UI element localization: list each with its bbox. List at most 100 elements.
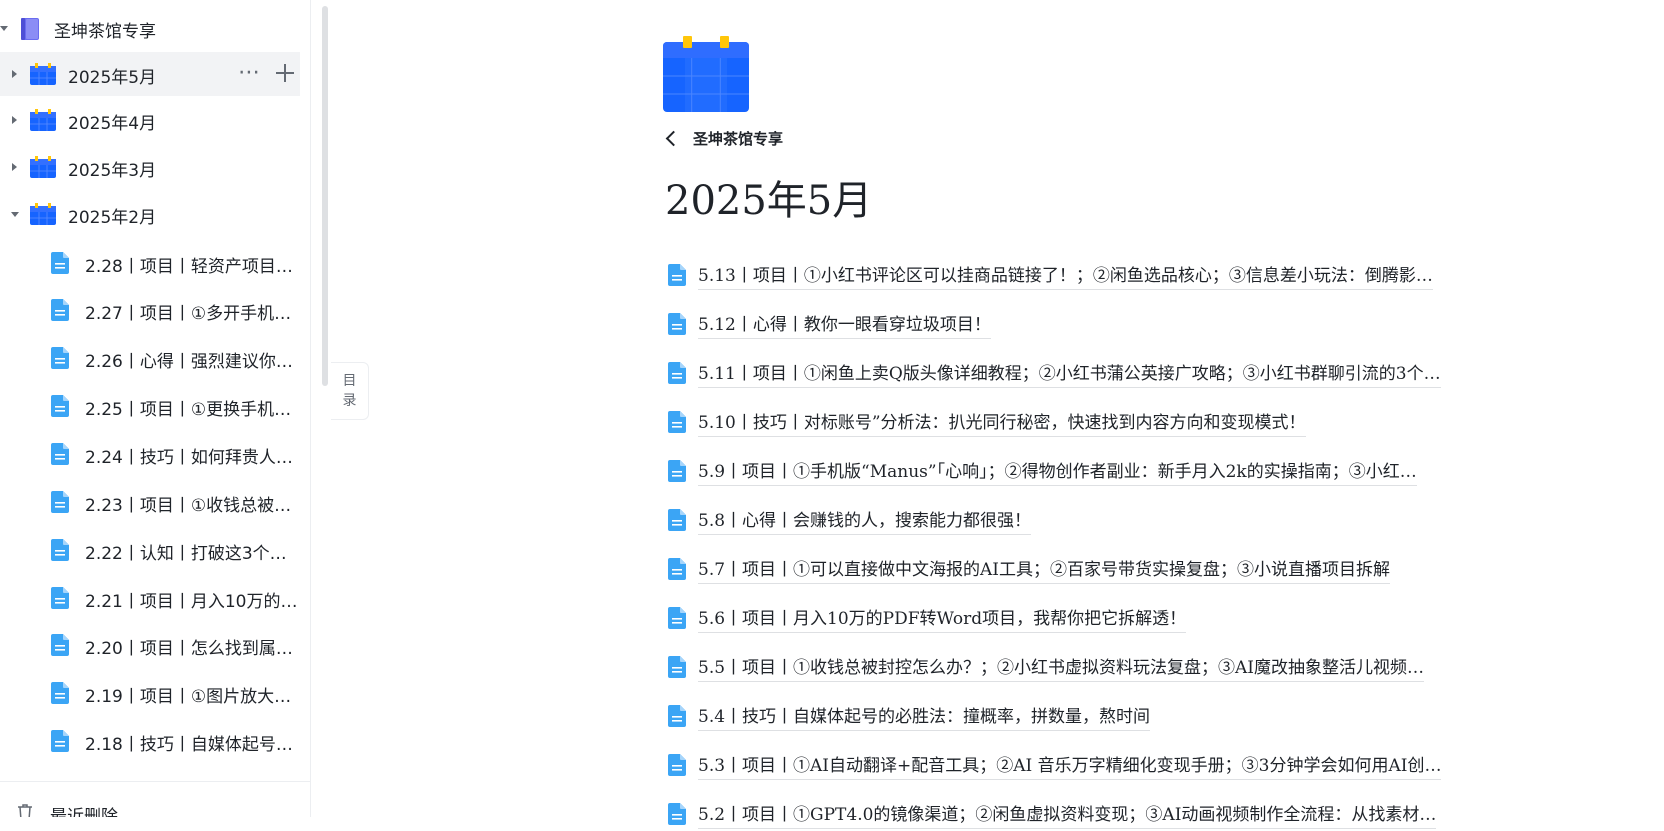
doc-icon <box>51 587 69 609</box>
sidebar-doc-item[interactable]: 2.25丨项目丨①更换手机… <box>0 384 300 428</box>
calendar-icon <box>30 156 56 178</box>
sidebar-item-label: 2025年4月 <box>68 114 157 134</box>
caret-right-icon[interactable] <box>12 163 17 171</box>
sidebar-doc-item[interactable]: 2.28丨项目丨轻资产项目… <box>0 241 300 285</box>
doc-link[interactable]: 5.2丨项目丨①GPT4.0的镜像渠道；②闲鱼虚拟资料变现；③AI动画视频制作全… <box>698 800 1437 829</box>
sidebar-doc-label: 2.20丨项目丨怎么找到属… <box>85 639 293 659</box>
sidebar-doc-label: 2.25丨项目丨①更换手机… <box>85 400 292 420</box>
sidebar-doc-item[interactable]: 2.18丨技巧丨自媒体起号… <box>0 719 300 763</box>
sidebar-scrollbar[interactable] <box>322 6 328 386</box>
sidebar-item-2025-02[interactable]: 2025年2月 <box>0 192 300 236</box>
doc-icon <box>668 411 686 433</box>
doc-link[interactable]: 5.8丨心得丨会赚钱的人，搜索能力都很强！ <box>698 506 1032 535</box>
calendar-icon <box>663 36 749 112</box>
more-icon[interactable]: ⋯ <box>238 62 261 84</box>
sidebar-doc-item[interactable]: 2.20丨项目丨怎么找到属… <box>0 623 300 667</box>
doc-link[interactable]: 5.3丨项目丨①AI自动翻译+配音工具；②AI 音乐万字精细化变现手册；③3分钟… <box>698 751 1442 780</box>
doc-link[interactable]: 5.10丨技巧丨对标账号”分析法：扒光同行秘密，快速找到内容方向和变现模式！ <box>698 408 1306 437</box>
sidebar-doc-label: 2.26丨心得丨强烈建议你… <box>85 352 293 372</box>
calendar-icon <box>30 109 56 131</box>
sidebar-doc-label: 2.23丨项目丨①收钱总被… <box>85 496 292 516</box>
doc-list-item[interactable]: 5.13丨项目丨①小红书评论区可以挂商品链接了！；②闲鱼选品核心；③信息差小玩法… <box>668 258 1433 292</box>
doc-list-item[interactable]: 5.4丨技巧丨自媒体起号的必胜法：撞概率，拼数量，熬时间 <box>668 699 1151 733</box>
sidebar-item-label: 2025年5月 <box>68 68 157 88</box>
sidebar-item-2025-03[interactable]: 2025年3月 <box>0 145 300 189</box>
doc-list-item[interactable]: 5.10丨技巧丨对标账号”分析法：扒光同行秘密，快速找到内容方向和变现模式！ <box>668 405 1306 439</box>
doc-icon <box>668 313 686 335</box>
sidebar-doc-item[interactable]: 2.19丨项目丨①图片放大… <box>0 671 300 715</box>
doc-icon <box>51 682 69 704</box>
page-title: 2025年5月 <box>665 178 873 224</box>
toc-label-2: 录 <box>342 393 357 409</box>
sidebar-item-root[interactable]: 圣坤茶馆专享 <box>0 6 300 50</box>
doc-icon <box>668 607 686 629</box>
recently-deleted-link[interactable]: 最近删除 <box>50 802 118 817</box>
sidebar-doc-label: 2.18丨技巧丨自媒体起号… <box>85 735 293 755</box>
back-chevron-icon[interactable] <box>665 130 682 147</box>
trash-icon[interactable] <box>17 803 33 817</box>
toc-label-1: 目 <box>342 373 357 389</box>
doc-icon <box>668 264 686 286</box>
sidebar-doc-label: 2.19丨项目丨①图片放大… <box>85 687 292 707</box>
book-icon <box>21 18 39 40</box>
sidebar-doc-item[interactable]: 2.21丨项目丨月入10万的… <box>0 576 300 620</box>
caret-down-icon[interactable] <box>0 26 8 31</box>
doc-link[interactable]: 5.7丨项目丨①可以直接做中文海报的AI工具；②百家号带货实操复盘；③小说直播项… <box>698 555 1391 584</box>
sidebar-doc-item[interactable]: 2.24丨技巧丨如何拜贵人… <box>0 432 300 476</box>
sidebar-item-2025-04[interactable]: 2025年4月 <box>0 98 300 142</box>
calendar-icon <box>30 63 56 85</box>
doc-link[interactable]: 5.11丨项目丨①闲鱼上卖Q版头像详细教程；②小红书蒲公英接广攻略；③小红书群聊… <box>698 359 1441 388</box>
row-actions: ⋯ <box>238 62 295 84</box>
caret-down-icon[interactable] <box>11 212 19 217</box>
doc-icon <box>51 443 69 465</box>
sidebar-doc-label: 2.21丨项目丨月入10万的… <box>85 592 298 612</box>
doc-icon <box>668 705 686 727</box>
doc-icon <box>51 252 69 274</box>
sidebar-item-2025-05[interactable]: 2025年5月 ⋯ <box>0 52 300 96</box>
doc-icon <box>51 491 69 513</box>
doc-link[interactable]: 5.4丨技巧丨自媒体起号的必胜法：撞概率，拼数量，熬时间 <box>698 702 1151 731</box>
doc-list-item[interactable]: 5.8丨心得丨会赚钱的人，搜索能力都很强！ <box>668 503 1032 537</box>
doc-link[interactable]: 5.13丨项目丨①小红书评论区可以挂商品链接了！；②闲鱼选品核心；③信息差小玩法… <box>698 261 1433 290</box>
breadcrumb[interactable]: 圣坤茶馆专享 <box>665 128 783 149</box>
doc-icon <box>51 299 69 321</box>
doc-list-item[interactable]: 5.9丨项目丨①手机版“Manus”「心响」；②得物创作者副业：新手月入2k的实… <box>668 454 1417 488</box>
caret-right-icon[interactable] <box>12 70 17 78</box>
doc-icon <box>668 754 686 776</box>
doc-link[interactable]: 5.9丨项目丨①手机版“Manus”「心响」；②得物创作者副业：新手月入2k的实… <box>698 457 1417 486</box>
doc-link[interactable]: 5.5丨项目丨①收钱总被封控怎么办？；②小红书虚拟资料玩法复盘；③AI魔改抽象整… <box>698 653 1425 682</box>
doc-list-item[interactable]: 5.6丨项目丨月入10万的PDF转Word项目，我帮你把它拆解透！ <box>668 601 1187 635</box>
plus-icon[interactable] <box>275 63 295 83</box>
doc-icon <box>668 656 686 678</box>
doc-icon <box>51 634 69 656</box>
doc-list-item[interactable]: 5.7丨项目丨①可以直接做中文海报的AI工具；②百家号带货实操复盘；③小说直播项… <box>668 552 1391 586</box>
sidebar-doc-item[interactable]: 2.26丨心得丨强烈建议你… <box>0 336 300 380</box>
sidebar-item-label: 圣坤茶馆专享 <box>54 22 156 42</box>
doc-icon <box>668 362 686 384</box>
doc-icon <box>668 558 686 580</box>
sidebar-doc-label: 2.24丨技巧丨如何拜贵人… <box>85 448 293 468</box>
breadcrumb-parent[interactable]: 圣坤茶馆专享 <box>693 128 783 149</box>
sidebar-doc-item[interactable]: 2.27丨项目丨①多开手机… <box>0 288 300 332</box>
calendar-icon <box>30 203 56 225</box>
doc-icon <box>668 509 686 531</box>
doc-list-item[interactable]: 5.11丨项目丨①闲鱼上卖Q版头像详细教程；②小红书蒲公英接广攻略；③小红书群聊… <box>668 356 1441 390</box>
sidebar-doc-item[interactable]: 2.23丨项目丨①收钱总被… <box>0 480 300 524</box>
sidebar: 圣坤茶馆专享 2025年5月 ⋯ 2025年4月 2025年3月 2025年2月… <box>0 0 311 817</box>
doc-list-item[interactable]: 5.2丨项目丨①GPT4.0的镜像渠道；②闲鱼虚拟资料变现；③AI动画视频制作全… <box>668 797 1437 831</box>
doc-icon <box>51 730 69 752</box>
sidebar-divider <box>0 781 310 782</box>
doc-link[interactable]: 5.6丨项目丨月入10万的PDF转Word项目，我帮你把它拆解透！ <box>698 604 1187 633</box>
sidebar-item-label: 2025年3月 <box>68 161 157 181</box>
doc-icon <box>668 803 686 825</box>
doc-list-item[interactable]: 5.5丨项目丨①收钱总被封控怎么办？；②小红书虚拟资料玩法复盘；③AI魔改抽象整… <box>668 650 1425 684</box>
doc-icon <box>668 460 686 482</box>
doc-list-item[interactable]: 5.12丨心得丨教你一眼看穿垃圾项目！ <box>668 307 991 341</box>
sidebar-doc-label: 2.27丨项目丨①多开手机… <box>85 304 292 324</box>
doc-link[interactable]: 5.12丨心得丨教你一眼看穿垃圾项目！ <box>698 310 991 339</box>
doc-list-item[interactable]: 5.3丨项目丨①AI自动翻译+配音工具；②AI 音乐万字精细化变现手册；③3分钟… <box>668 748 1442 782</box>
sidebar-doc-item[interactable]: 2.22丨认知丨打破这3个… <box>0 528 300 572</box>
caret-right-icon[interactable] <box>12 116 17 124</box>
sidebar-item-label: 2025年2月 <box>68 208 157 228</box>
toc-toggle-button[interactable]: 目 录 <box>331 362 369 420</box>
